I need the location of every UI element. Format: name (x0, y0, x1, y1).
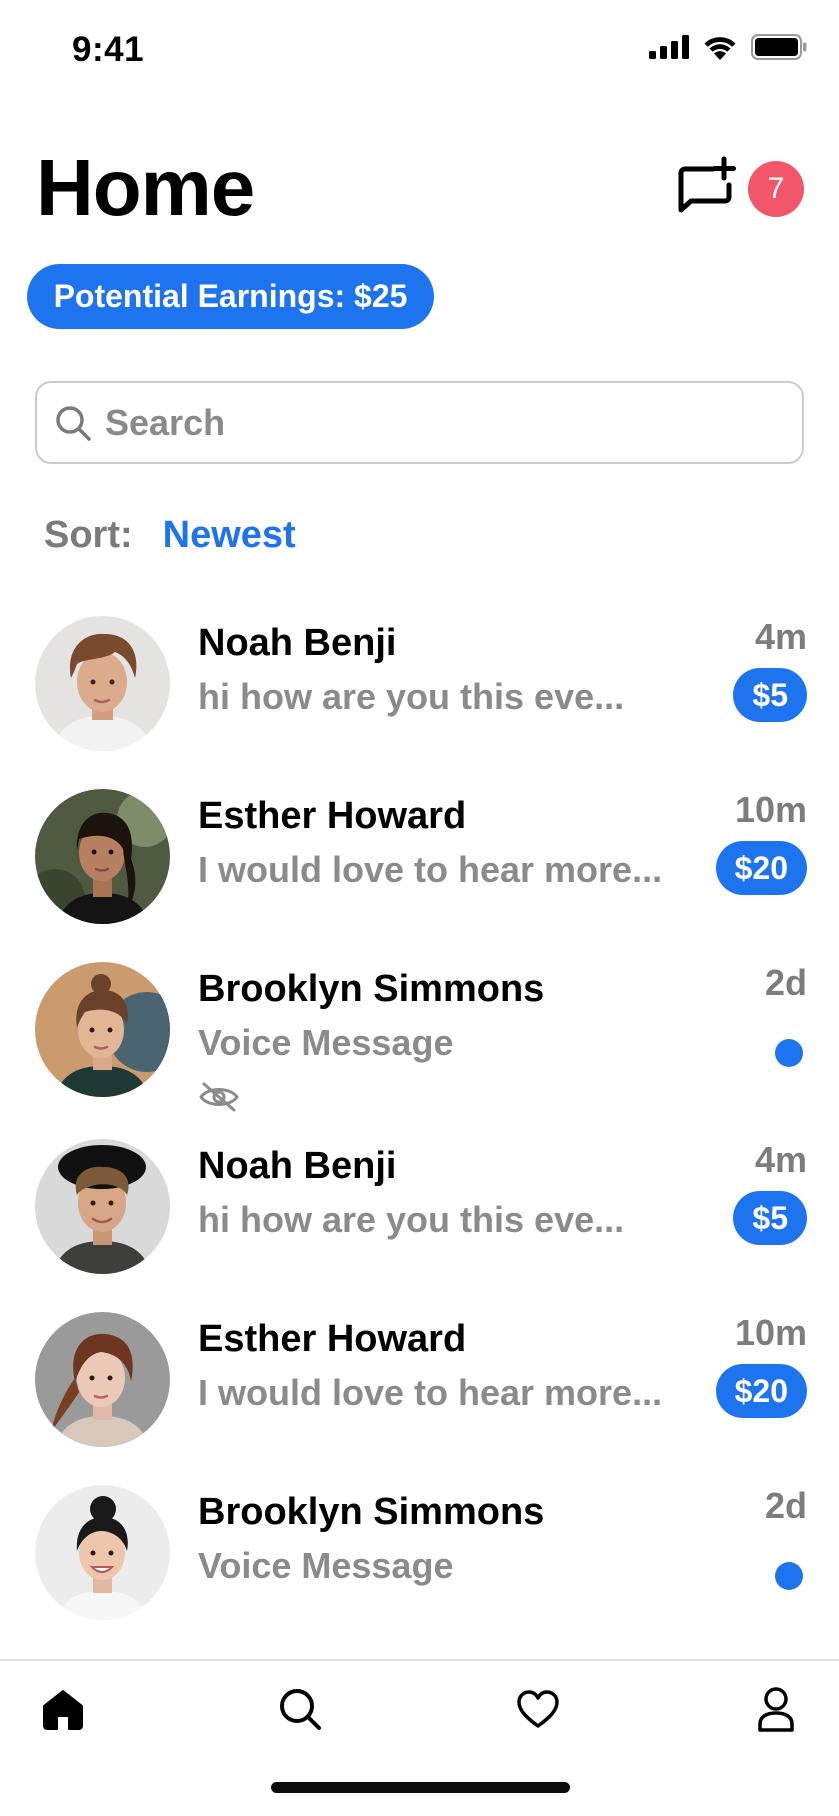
conversation-row[interactable]: Brooklyn Simmons Voice Message 2d (0, 1485, 839, 1645)
sort-dropdown[interactable]: Newest (163, 514, 296, 557)
message-time: 2d (764, 1485, 807, 1526)
avatar (35, 616, 170, 751)
battery-icon (751, 34, 807, 60)
search-bar[interactable] (35, 381, 804, 464)
eye-off-icon (199, 1082, 239, 1112)
message-preview: Voice Message (198, 1022, 454, 1063)
avatar (35, 962, 170, 1097)
avatar (35, 1485, 170, 1620)
unread-indicator (775, 1562, 803, 1590)
page-title: Home (36, 143, 255, 232)
conversation-row[interactable]: Esther Howard I would love to hear more.… (0, 1312, 839, 1472)
sort-row: Sort: Newest (44, 514, 296, 557)
conversation-row[interactable]: Esther Howard I would love to hear more.… (0, 789, 839, 949)
contact-name: Esther Howard (198, 795, 467, 837)
contact-name: Brooklyn Simmons (198, 968, 545, 1010)
home-icon (43, 1690, 83, 1730)
search-input[interactable] (105, 401, 785, 444)
heart-icon (517, 1690, 559, 1728)
contact-name: Noah Benji (198, 622, 397, 664)
status-bar: 9:41 (0, 0, 839, 100)
tab-favorites[interactable] (512, 1683, 564, 1735)
new-message-icon (678, 156, 736, 213)
avatar (35, 1139, 170, 1274)
cellular-signal-icon (649, 35, 689, 59)
new-message-button[interactable] (676, 156, 738, 218)
sort-label: Sort: (44, 514, 133, 556)
unread-indicator (775, 1039, 803, 1067)
conversation-row[interactable]: Noah Benji hi how are you this eve... 4m… (0, 1139, 839, 1299)
notification-badge[interactable]: 7 (748, 161, 804, 217)
message-preview: Voice Message (198, 1545, 454, 1586)
search-icon (280, 1689, 321, 1730)
tab-home[interactable] (37, 1683, 89, 1735)
message-time: 4m (754, 1139, 807, 1180)
avatar (35, 1312, 170, 1447)
amount-badge: $20 (715, 841, 807, 895)
contact-name: Brooklyn Simmons (198, 1491, 545, 1533)
avatar (35, 789, 170, 924)
amount-badge: $5 (733, 668, 807, 722)
conversation-row[interactable]: Brooklyn Simmons Voice Message 2d (0, 962, 839, 1122)
message-preview: I would love to hear more... (198, 1372, 663, 1413)
tab-search[interactable] (274, 1683, 326, 1735)
contact-name: Noah Benji (198, 1145, 397, 1187)
potential-earnings-badge[interactable]: Potential Earnings: $25 (27, 264, 434, 329)
home-indicator[interactable] (271, 1782, 570, 1793)
contact-name: Esther Howard (198, 1318, 467, 1360)
message-time: 10m (734, 1312, 807, 1353)
tab-profile[interactable] (750, 1683, 802, 1735)
message-time: 4m (754, 616, 807, 657)
amount-badge: $5 (733, 1191, 807, 1245)
amount-badge: $20 (715, 1364, 807, 1418)
message-time: 10m (734, 789, 807, 830)
profile-icon (758, 1687, 794, 1732)
status-icons (649, 34, 807, 60)
status-time: 9:41 (72, 30, 145, 69)
message-preview: hi how are you this eve... (198, 1199, 625, 1240)
message-preview: I would love to hear more... (198, 849, 663, 890)
wifi-icon (704, 36, 736, 60)
search-icon (56, 405, 91, 441)
message-time: 2d (764, 962, 807, 1003)
conversation-row[interactable]: Noah Benji hi how are you this eve... 4m… (0, 616, 839, 776)
message-preview: hi how are you this eve... (198, 676, 625, 717)
